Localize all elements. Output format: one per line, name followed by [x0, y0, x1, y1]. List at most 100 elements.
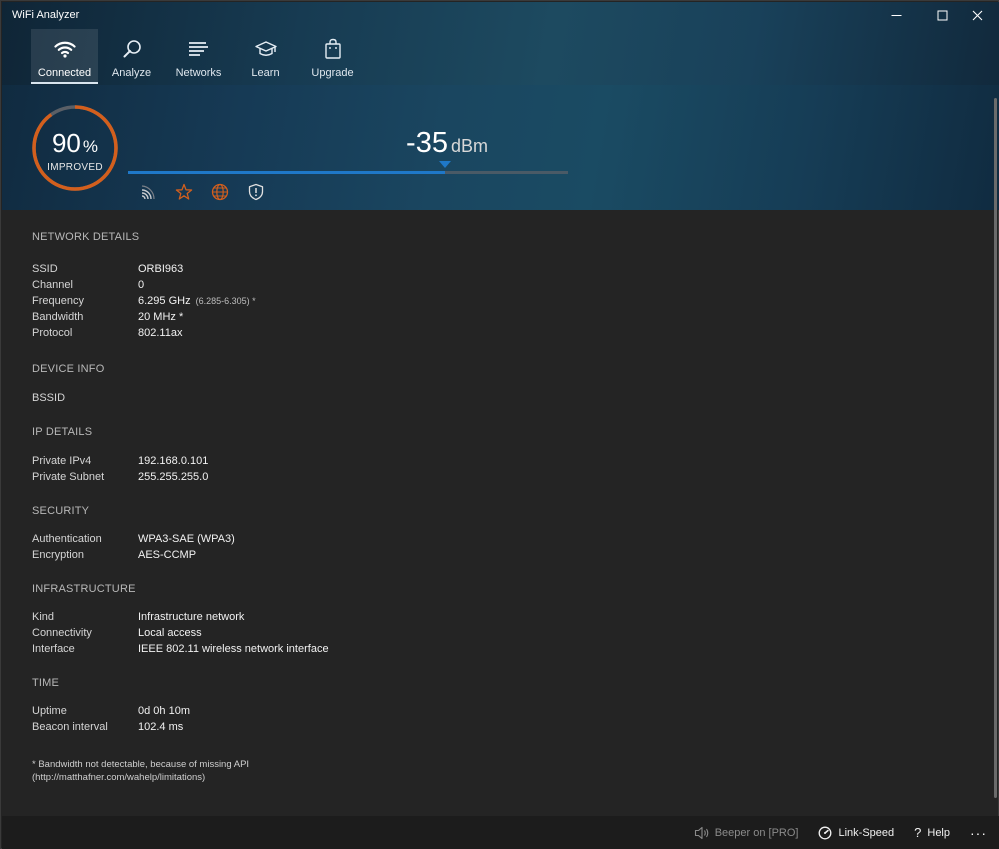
signal-strength-icon[interactable] — [138, 182, 158, 202]
detail-row-ssid: SSID ORBI963 — [32, 261, 732, 277]
minimize-button[interactable] — [873, 1, 919, 29]
detail-row-frequency: Frequency 6.295 GHz (6.285-6.305) * — [32, 293, 732, 309]
detail-value: 255.255.255.0 — [138, 471, 209, 483]
detail-value: WPA3-SAE (WPA3) — [138, 533, 235, 545]
detail-row-protocol: Protocol 802.11ax — [32, 325, 732, 341]
close-button[interactable] — [954, 1, 999, 29]
detail-row-channel: Channel 0 — [32, 277, 732, 293]
title-bar: WiFi Analyzer — [1, 1, 999, 29]
detail-key: Connectivity — [32, 627, 92, 639]
help-button[interactable]: ? Help — [914, 825, 950, 840]
shield-icon[interactable] — [246, 182, 266, 202]
scrollbar[interactable] — [994, 98, 997, 798]
signal-value: -35 — [406, 127, 448, 159]
detail-row-beacon-interval: Beacon interval 102.4 ms — [32, 719, 732, 735]
tab-networks[interactable]: Networks — [165, 29, 232, 84]
detail-key: Bandwidth — [32, 311, 84, 323]
detail-value: AES-CCMP — [138, 549, 197, 561]
shopping-bag-icon — [323, 38, 343, 60]
detail-value: ORBI963 — [138, 263, 184, 275]
detail-key: Encryption — [32, 549, 84, 561]
detail-value: 802.11ax — [138, 327, 183, 339]
detail-row-bandwidth: Bandwidth 20 MHz * — [32, 309, 732, 325]
footnote-link[interactable]: (http://matthafner.com/wahelp/limitation… — [32, 771, 249, 784]
speaker-icon — [694, 826, 709, 840]
main-nav: Connected Analyze Networks Learn Upgrade — [31, 29, 366, 85]
maximize-icon — [937, 10, 947, 20]
section-title-network-details: NETWORK DETAILS — [32, 231, 140, 243]
detail-value: 0 — [138, 279, 145, 291]
gauge-value: 90% — [31, 128, 119, 159]
beeper-button[interactable]: Beeper on [PRO] — [694, 826, 799, 840]
tab-label: Connected — [37, 67, 92, 79]
detail-row-private-subnet: Private Subnet 255.255.255.0 — [32, 469, 732, 485]
detail-row-private-ipv4: Private IPv4 192.168.0.101 — [32, 453, 732, 469]
detail-row-interface: Interface IEEE 802.11 wireless network in… — [32, 641, 732, 657]
detail-row-connectivity: Connectivity Local access — [32, 625, 732, 641]
detail-value: 6.295 GHz (6.285-6.305) * — [138, 293, 256, 309]
detail-key: Authentication — [32, 533, 102, 545]
tab-label: Learn — [251, 67, 280, 79]
help-label: Help — [927, 826, 950, 839]
command-bar: Beeper on [PRO] Link-Speed ? Help ··· — [2, 816, 999, 849]
globe-icon[interactable] — [210, 182, 230, 202]
frequency-value: 6.295 GHz — [138, 295, 191, 307]
detail-row-bssid: BSSID — [32, 390, 732, 406]
tab-label: Analyze — [111, 67, 152, 79]
more-options-button[interactable]: ··· — [970, 825, 987, 841]
link-speed-button[interactable]: Link-Speed — [818, 826, 894, 840]
wifi-icon — [53, 38, 76, 60]
detail-value: Infrastructure network — [138, 611, 245, 623]
footnote: * Bandwidth not detectable, because of m… — [32, 758, 249, 784]
status-icons — [138, 182, 266, 202]
detail-key: Kind — [32, 611, 55, 623]
app-title: WiFi Analyzer — [12, 9, 80, 21]
detail-row-uptime: Uptime 0d 0h 10m — [32, 703, 732, 719]
detail-value: 0d 0h 10m — [138, 705, 190, 717]
improvement-gauge: 90% IMPROVED — [31, 104, 119, 192]
detail-key: Beacon interval — [32, 721, 108, 733]
tab-label: Networks — [175, 67, 222, 79]
signal-unit: dBm — [450, 136, 488, 156]
gauge-unit: % — [82, 137, 99, 156]
section-title-security: SECURITY — [32, 505, 90, 517]
question-mark-icon: ? — [914, 825, 922, 840]
detail-key: Private Subnet — [32, 471, 105, 483]
section-title-ip-details: IP DETAILS — [32, 426, 93, 438]
detail-key: Private IPv4 — [32, 455, 92, 467]
signal-bar — [128, 161, 568, 174]
signal-marker — [438, 161, 451, 168]
detail-value: 192.168.0.101 — [138, 455, 209, 467]
gauge-label: IMPROVED — [47, 162, 103, 173]
detail-key: Channel — [32, 279, 73, 291]
tab-connected[interactable]: Connected — [31, 29, 98, 84]
detail-value: IEEE 802.11 wireless network interface — [138, 643, 329, 655]
detail-value: Local access — [138, 627, 202, 639]
detail-value: 20 MHz * — [138, 311, 184, 323]
signal-readout: -35 dBm — [128, 127, 766, 160]
detail-row-encryption: Encryption AES-CCMP — [32, 547, 732, 563]
tab-upgrade[interactable]: Upgrade — [299, 29, 366, 84]
star-icon[interactable] — [174, 182, 194, 202]
section-title-time: TIME — [32, 677, 60, 689]
details-panel: NETWORK DETAILS SSID ORBI963 Channel 0 Fre… — [32, 231, 732, 735]
detail-row-kind: Kind Infrastructure network — [32, 609, 732, 625]
detail-key: Frequency — [32, 295, 84, 307]
magnifier-icon — [122, 38, 142, 60]
speedometer-icon — [818, 826, 832, 840]
tab-label: Upgrade — [311, 67, 354, 79]
signal-bar-fill — [128, 171, 445, 174]
graduation-cap-icon — [254, 38, 277, 60]
section-title-device-info: DEVICE INFO — [32, 363, 105, 375]
tab-learn[interactable]: Learn — [232, 29, 299, 84]
section-title-infrastructure: INFRASTRUCTURE — [32, 583, 136, 595]
detail-key: Interface — [32, 643, 75, 655]
tab-analyze[interactable]: Analyze — [98, 29, 165, 84]
networks-list-icon — [188, 38, 210, 60]
detail-value: 102.4 ms — [138, 721, 184, 733]
minimize-icon — [891, 14, 901, 16]
detail-key: SSID — [32, 263, 58, 275]
beeper-label: Beeper on [PRO] — [714, 826, 799, 839]
detail-key: Uptime — [32, 705, 67, 717]
detail-key: Protocol — [32, 327, 73, 339]
